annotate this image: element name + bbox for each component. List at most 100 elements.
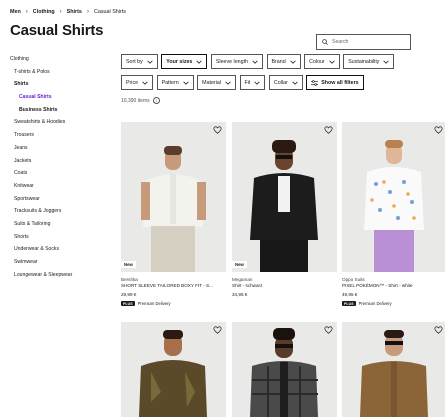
product-card[interactable] <box>121 322 226 417</box>
product-brand: Oppo Suits <box>342 277 365 282</box>
product-price: 49,95 € <box>342 292 358 297</box>
filter-label: Material <box>202 79 221 86</box>
product-price: 34,95 € <box>232 292 248 297</box>
sidebar-item-shirts[interactable]: Shirts <box>10 78 110 91</box>
item-count-text: 10,390 items <box>121 97 150 104</box>
premium-delivery: PLUS Premium Delivery <box>342 301 445 306</box>
item-count: 10,390 items i <box>121 97 160 104</box>
filter-sleeve-length[interactable]: Sleeve length <box>210 54 263 69</box>
sidebar-item-sportswear[interactable]: Sportswear <box>10 193 110 206</box>
product-name: SHORT SLEEVE TAILORED BOXY FIT - S... <box>121 283 213 288</box>
chevron-down-icon <box>254 81 261 85</box>
product-brand: Bershka <box>121 277 138 282</box>
heart-icon[interactable] <box>434 326 443 334</box>
search-placeholder: Search <box>332 39 349 45</box>
chevron-down-icon <box>225 81 231 85</box>
filter-fit[interactable]: Fit <box>239 75 266 90</box>
filter-price[interactable]: Price <box>121 75 154 90</box>
chevron-right-icon: › <box>25 9 28 15</box>
filter-label: Your sizes <box>166 58 193 65</box>
chevron-right-icon: › <box>59 9 62 15</box>
filter-material[interactable]: Material <box>197 75 236 90</box>
sidebar-item-clothing[interactable]: Clothing <box>10 53 110 66</box>
breadcrumb-men[interactable]: Men <box>10 9 21 15</box>
chevron-down-icon <box>329 60 335 64</box>
filter-row-2: Price Pattern Material Fit Collar Show all fi… <box>121 75 443 90</box>
chevron-right-icon: › <box>86 9 89 15</box>
product-name: Shirt - schwarz <box>232 283 263 288</box>
sidebar-item-suits-tailoring[interactable]: Suits & Tailoring <box>10 218 110 231</box>
product-image[interactable]: New <box>232 122 337 272</box>
sidebar-item-shorts[interactable]: Shorts <box>10 231 110 244</box>
show-all-filters-button[interactable]: Show all filters <box>306 75 364 90</box>
sidebar-item-tracksuits-joggers[interactable]: Tracksuits & Joggers <box>10 205 110 218</box>
filter-label: Pattern <box>161 79 179 86</box>
product-name: PIXEL POKÉMON™ - Shirt - white <box>342 283 413 288</box>
product-card[interactable] <box>342 322 445 417</box>
sidebar-item-underwear-socks[interactable]: Underwear & Socks <box>10 243 110 256</box>
product-card[interactable] <box>232 322 337 417</box>
sidebar-item-t-shirts-polos[interactable]: T-shirts & Polos <box>10 66 110 79</box>
chevron-down-icon <box>252 60 258 64</box>
filter-label: Fit <box>244 79 251 86</box>
info-icon[interactable]: i <box>152 97 160 104</box>
filter-bar: Sort by Your sizes Sleeve length Brand Colou… <box>121 54 443 96</box>
search-input[interactable]: Search <box>316 34 411 50</box>
filter-your-sizes[interactable]: Your sizes <box>161 54 208 69</box>
filter-label: Sleeve length <box>215 58 248 65</box>
breadcrumb: Men › Clothing › Shirts › Casual Shirts <box>10 9 126 15</box>
plus-badge: PLUS <box>121 301 135 306</box>
chevron-down-icon <box>289 60 296 64</box>
product-image[interactable] <box>342 322 445 417</box>
sidebar-item-casual-shirts[interactable]: Casual Shirts <box>10 91 110 104</box>
sidebar-item-trousers[interactable]: Trousers <box>10 129 110 142</box>
chevron-down-icon <box>147 60 153 64</box>
premium-delivery: PLUS Premium Delivery <box>121 301 226 306</box>
chevron-down-icon <box>182 81 189 85</box>
breadcrumb-shirts[interactable]: Shirts <box>67 9 82 15</box>
heart-icon[interactable] <box>213 326 222 334</box>
product-card[interactable]: Oppo Suits PIXEL POKÉMON™ - Shirt - white… <box>342 122 445 306</box>
product-image[interactable] <box>232 322 337 417</box>
product-image[interactable]: New <box>121 122 226 272</box>
filter-colour[interactable]: Colour <box>304 54 340 69</box>
product-card[interactable]: New Megaman Shirt - schwarz 34,95 € <box>232 122 337 297</box>
product-image[interactable] <box>342 122 445 272</box>
sidebar-item-business-shirts[interactable]: Business Shirts <box>10 104 110 117</box>
filter-sliders-icon <box>311 79 319 86</box>
filter-sort-by[interactable]: Sort by <box>121 54 158 69</box>
breadcrumb-current: Casual Shirts <box>93 9 126 15</box>
heart-icon[interactable] <box>434 126 443 134</box>
breadcrumb-clothing[interactable]: Clothing <box>33 9 55 15</box>
new-badge: New <box>121 261 136 268</box>
filter-collar[interactable]: Collar <box>268 75 303 90</box>
product-price: 29,99 € <box>121 292 137 297</box>
filter-label: Sort by <box>126 58 143 65</box>
sidebar-item-jackets[interactable]: Jackets <box>10 155 110 168</box>
sidebar-item-sweatshirts-hoodies[interactable]: Sweatshirts & Hoodies <box>10 116 110 129</box>
category-sidebar: Clothing T-shirts & Polos Shirts Casual Shi… <box>10 53 110 281</box>
filter-label: Colour <box>309 58 325 65</box>
sidebar-item-knitwear[interactable]: Knitwear <box>10 180 110 193</box>
product-brand: Megaman <box>232 277 253 282</box>
chevron-down-icon <box>383 60 390 64</box>
product-image[interactable] <box>121 322 226 417</box>
filter-label: Sustainability <box>348 58 380 65</box>
sidebar-item-loungewear-sleepwear[interactable]: Loungewear & Sleepwear <box>10 269 110 282</box>
heart-icon[interactable] <box>324 326 333 334</box>
sidebar-item-jeans[interactable]: Jeans <box>10 142 110 155</box>
delivery-text: Premium Delivery <box>137 301 171 306</box>
search-icon <box>322 39 328 45</box>
new-badge: New <box>232 261 247 268</box>
chevron-down-icon <box>196 60 203 64</box>
filter-sustainability[interactable]: Sustainability <box>343 54 395 69</box>
plus-badge: PLUS <box>342 301 356 306</box>
sidebar-item-swimwear[interactable]: Swimwear <box>10 256 110 269</box>
filter-pattern[interactable]: Pattern <box>156 75 194 90</box>
sidebar-item-coats[interactable]: Coats <box>10 167 110 180</box>
show-all-filters-label: Show all filters <box>321 79 359 86</box>
heart-icon[interactable] <box>213 126 222 134</box>
product-card[interactable]: New Bershka SHORT SLEEVE TAILORED BOXY FIT… <box>121 122 226 306</box>
filter-brand[interactable]: Brand <box>266 54 301 69</box>
heart-icon[interactable] <box>324 126 333 134</box>
